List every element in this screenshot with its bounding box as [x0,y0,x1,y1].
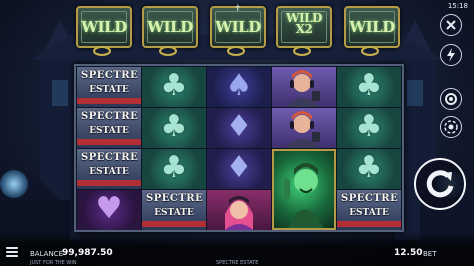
close-button[interactable] [440,14,462,36]
logo-text-line1: SPECTRE [341,193,399,204]
headphone-character-art [286,70,320,107]
logo-ribbon [142,221,206,227]
logo-text-line2: ESTATE [154,208,194,218]
logo-text-line2: ESTATE [89,85,129,95]
swap-arrows-icon [227,46,245,56]
logo-text-line1: SPECTRE [81,111,139,122]
wild-frame-3: ✝ WILD [210,4,266,48]
symbol-club [337,149,401,189]
symbol-headphone-character [272,67,336,107]
wild-frame-5: WILD [344,6,400,48]
logo-ribbon [77,139,141,145]
swap-arrows-icon [361,46,379,56]
symbol-man-wild [272,149,336,230]
settings-gear-icon [445,93,457,105]
wild-label-2: WILD [147,18,193,36]
logo-text-line2: ESTATE [349,208,389,218]
symbol-pink-hair-character [207,190,271,230]
symbol-spade [207,67,271,107]
wild-feature-row: WILD WILD ✝ WILD WILD X2 WILD [76,4,400,58]
cross-icon: ✝ [234,4,242,14]
wild-frame-4: WILD X2 [276,6,332,48]
symbol-club [337,108,401,148]
game-name: SPECTRE ESTATE [216,260,259,266]
symbol-logo: SPECTRE ESTATE [77,108,141,148]
logo-text-line1: SPECTRE [146,193,204,204]
status-clock: 15:18 [447,2,468,10]
logo-ribbon [337,221,401,227]
menu-icon[interactable] [6,247,18,257]
balance-value: 99,987.50 [62,248,113,258]
logo-ribbon [77,180,141,186]
turbo-button[interactable] [440,44,462,66]
symbol-club [142,108,206,148]
spin-button[interactable] [414,158,466,210]
symbol-headphone-character [272,108,336,148]
wild-multiplier: X2 [295,22,313,36]
green-man-art [284,163,324,228]
wild-label-3: WILD [215,18,261,36]
symbol-diamond [207,149,271,189]
bet-value[interactable]: 12.50 [394,248,422,258]
spin-icon [426,170,454,198]
lightning-icon [447,48,455,62]
autoplay-button[interactable] [440,116,462,138]
wild-label-4: WILD X2 [278,12,330,36]
game-screen: 15:18 WILD WILD ✝ WILD WILD X2 WILD SPEC… [0,0,474,266]
bet-label: BET [423,250,437,258]
close-icon [446,20,456,30]
logo-ribbon [77,98,141,104]
balance-label: BALANCE [30,250,63,258]
wild-frame-1: WILD [76,6,132,48]
symbol-logo: SPECTRE ESTATE [142,190,206,230]
settings-button[interactable] [440,88,462,110]
wild-frame-2: WILD [142,6,198,48]
wild-label-1: WILD [81,18,127,36]
swap-arrows-icon [159,46,177,56]
symbol-logo: SPECTRE ESTATE [77,149,141,189]
logo-text-line2: ESTATE [89,126,129,136]
pink-hair-character-art [225,196,253,230]
lantern-glow-left [0,170,28,198]
symbol-logo: SPECTRE ESTATE [337,190,401,230]
swap-arrows-icon [93,46,111,56]
symbol-logo: SPECTRE ESTATE [77,67,141,107]
reel-grid: SPECTRE ESTATE SPECTRE ESTATE [74,64,404,232]
symbol-diamond [207,108,271,148]
symbol-club [337,67,401,107]
autoplay-icon [444,120,458,134]
logo-text-line1: SPECTRE [81,152,139,163]
swap-arrows-icon [293,46,311,56]
logo-text-line1: SPECTRE [81,70,139,81]
logo-text-line2: ESTATE [89,167,129,177]
symbol-club [142,149,206,189]
symbol-heart [77,190,141,230]
headphone-character-art [286,111,320,148]
wild-label-5: WILD [349,18,395,36]
symbol-club [142,67,206,107]
tagline: JUST FOR THE WIN [30,260,77,266]
